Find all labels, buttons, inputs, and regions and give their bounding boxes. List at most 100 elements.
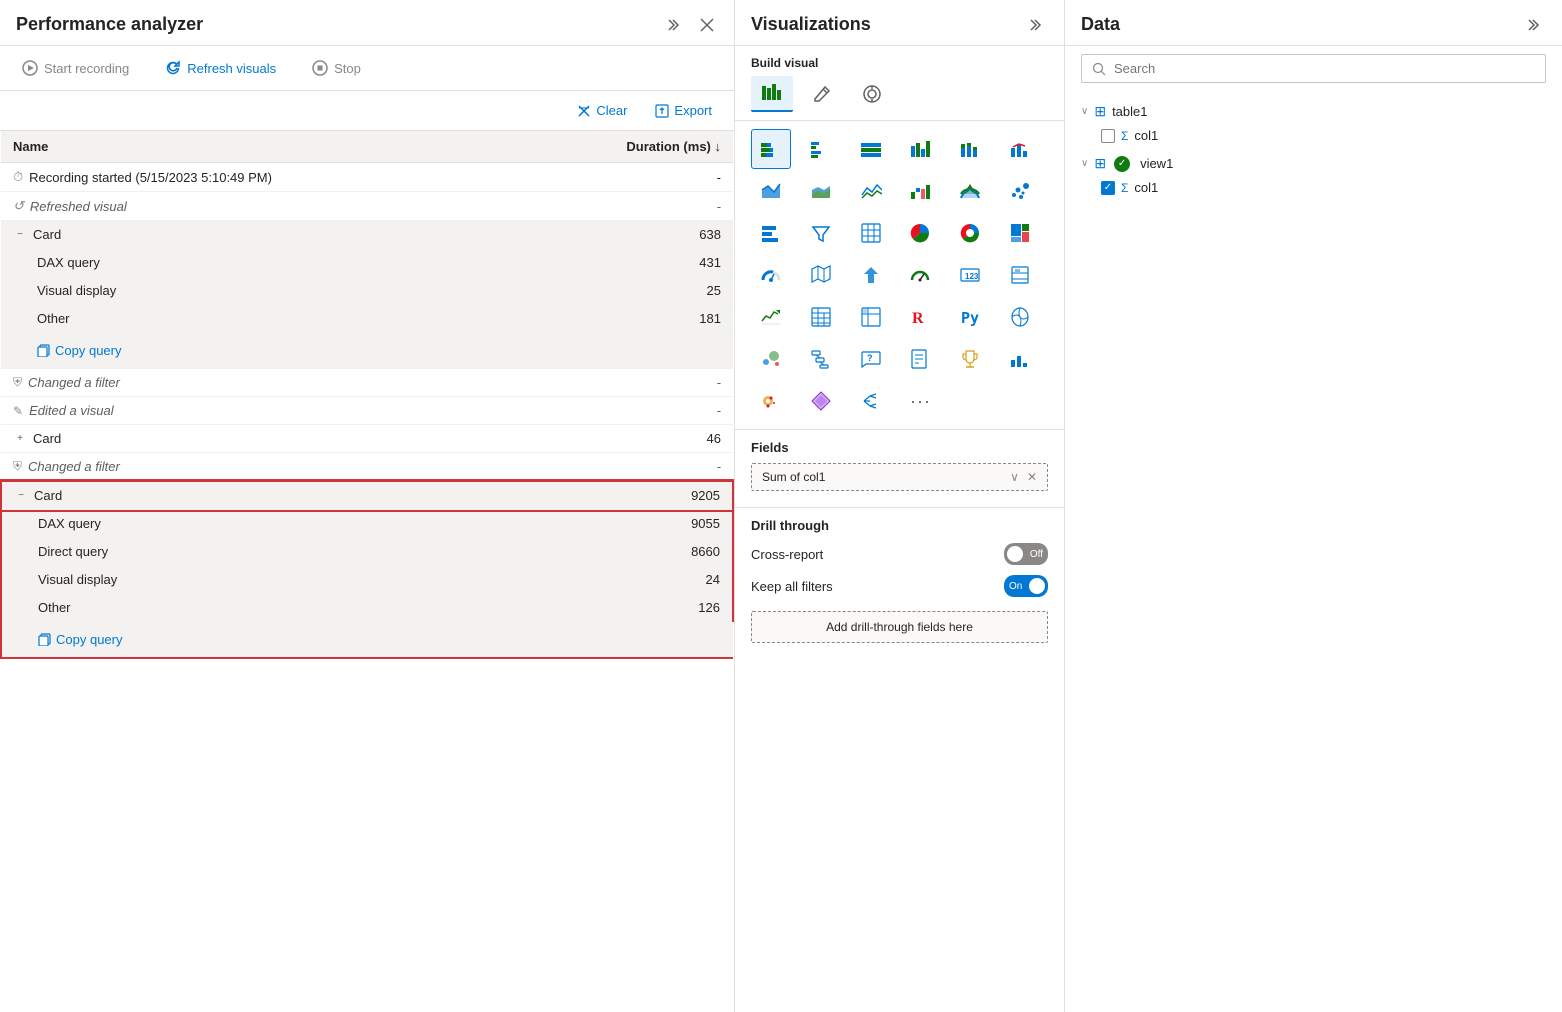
- tree-item-table1-col1[interactable]: Σ col1: [1081, 124, 1546, 147]
- chat-icon[interactable]: ?: [851, 339, 891, 379]
- cross-report-row: Cross-report Off: [751, 543, 1048, 565]
- scatter-bubble-icon[interactable]: [751, 339, 791, 379]
- performance-table: Name Duration (ms) ↓ ⏱ Recording started…: [0, 131, 734, 659]
- filled-map-2-icon[interactable]: [751, 381, 791, 421]
- cross-report-toggle[interactable]: Off: [1004, 543, 1048, 565]
- name-column-header: Name: [1, 131, 517, 163]
- pie-chart-icon[interactable]: [900, 213, 940, 253]
- clear-button[interactable]: Clear: [571, 99, 633, 122]
- collapse-icon-2[interactable]: −: [14, 489, 28, 503]
- duration-column-header: Duration (ms) ↓: [517, 131, 733, 163]
- matrix-visual-icon[interactable]: [851, 297, 891, 337]
- search-input[interactable]: [1114, 61, 1535, 76]
- copy-query-button-2[interactable]: Copy query: [38, 628, 122, 651]
- stacked-bar-100-icon[interactable]: [851, 129, 891, 169]
- double-arrow-icon[interactable]: [851, 381, 891, 421]
- speedometer-icon[interactable]: [900, 255, 940, 295]
- map-icon[interactable]: [801, 255, 841, 295]
- tree-item-view1[interactable]: ∨ ⊞ ✓ view1: [1081, 151, 1546, 176]
- matrix-icon[interactable]: [851, 213, 891, 253]
- table-row: Other 126: [1, 594, 733, 622]
- area-chart-2-icon[interactable]: [801, 171, 841, 211]
- tree-label-view1: view1: [1140, 156, 1173, 171]
- card-number-icon[interactable]: 123: [950, 255, 990, 295]
- collapse-viz-button[interactable]: [1026, 16, 1048, 34]
- stop-button[interactable]: Stop: [306, 56, 367, 80]
- filled-map-icon[interactable]: [1000, 297, 1040, 337]
- table-visual-icon[interactable]: [801, 297, 841, 337]
- keep-filters-toggle[interactable]: On: [1004, 575, 1048, 597]
- table-row: DAX query 9055: [1, 510, 733, 538]
- collapse-data-button[interactable]: [1524, 16, 1546, 34]
- ribbon-chart-icon[interactable]: [950, 171, 990, 211]
- python-visual-icon[interactable]: Py: [950, 297, 990, 337]
- r-visual-icon[interactable]: R: [900, 297, 940, 337]
- stacked-bar-chart-icon[interactable]: [751, 129, 791, 169]
- fields-section: Fields Sum of col1 ∨ ✕: [735, 429, 1064, 507]
- slicer-icon[interactable]: [1000, 255, 1040, 295]
- table-row: − Card 638: [1, 221, 733, 249]
- checkbox-table1-col1[interactable]: [1101, 129, 1115, 143]
- build-visual-tab[interactable]: [751, 76, 793, 112]
- waterfall-chart-icon[interactable]: [900, 171, 940, 211]
- analytics-tab[interactable]: [851, 76, 893, 112]
- tree-item-table1[interactable]: ∨ ⊞ table1: [1081, 99, 1546, 124]
- expand-icon[interactable]: +: [13, 432, 27, 446]
- arrow-up-icon[interactable]: [851, 255, 891, 295]
- pencil-icon: ✎: [13, 404, 23, 418]
- stacked-col-icon[interactable]: [950, 129, 990, 169]
- clock-icon: ⏱: [13, 169, 23, 185]
- collapse-icon[interactable]: −: [13, 228, 27, 242]
- refresh-visuals-button[interactable]: Refresh visuals: [159, 56, 282, 80]
- more-visuals-icon[interactable]: ···: [900, 381, 940, 421]
- filter-visual-icon[interactable]: [801, 213, 841, 253]
- field-chevron-down-button[interactable]: ∨: [1010, 470, 1019, 484]
- add-drill-through-button[interactable]: Add drill-through fields here: [751, 611, 1048, 643]
- start-recording-button[interactable]: Start recording: [16, 56, 135, 80]
- chevron-down-icon-2: ∨: [1081, 158, 1088, 169]
- clustered-col-icon[interactable]: [900, 129, 940, 169]
- line-col-chart-icon[interactable]: [1000, 129, 1040, 169]
- hierarchy-slicer-icon[interactable]: [801, 339, 841, 379]
- diamond-icon[interactable]: [801, 381, 841, 421]
- viz-type-tabs: [735, 76, 1064, 121]
- format-visual-tab[interactable]: [801, 76, 843, 112]
- drill-through-section: Drill through Cross-report Off Keep all …: [735, 507, 1064, 653]
- data-header: Data: [1065, 0, 1562, 46]
- trophy-icon[interactable]: [950, 339, 990, 379]
- svg-text:Py: Py: [961, 309, 979, 327]
- bar-horizontal-icon[interactable]: [751, 213, 791, 253]
- table-icon: ⊞: [1094, 103, 1106, 120]
- viz-icon-grid: 123: [735, 121, 1064, 429]
- search-icon: [1092, 62, 1106, 76]
- treemap-icon[interactable]: [1000, 213, 1040, 253]
- collapse-panel-button[interactable]: [664, 16, 686, 34]
- gauge-chart-icon[interactable]: [751, 255, 791, 295]
- cross-report-label: Cross-report: [751, 547, 823, 562]
- data-tree: ∨ ⊞ table1 Σ col1 ∨ ⊞ ✓ view1 ✓ Σ col1: [1065, 91, 1562, 207]
- clustered-bar-chart-icon[interactable]: [801, 129, 841, 169]
- checkbox-view1-col1[interactable]: ✓: [1101, 181, 1115, 195]
- viz-title: Visualizations: [751, 14, 871, 35]
- bar-small-icon[interactable]: [1000, 339, 1040, 379]
- table-row: ⛨ Changed a filter -: [1, 453, 733, 482]
- donut-chart-icon[interactable]: [950, 213, 990, 253]
- line-area-chart-icon[interactable]: [851, 171, 891, 211]
- keep-filters-toggle-state: On: [1009, 581, 1022, 592]
- panel-header: Performance analyzer: [0, 0, 734, 46]
- export-button[interactable]: Export: [649, 99, 718, 122]
- copy-query-button[interactable]: Copy query: [37, 339, 121, 362]
- table-row: Copy query: [1, 622, 733, 659]
- kpi-icon[interactable]: [751, 297, 791, 337]
- report-icon[interactable]: [900, 339, 940, 379]
- table-row: − Card 9205: [1, 481, 733, 510]
- area-chart-icon[interactable]: [751, 171, 791, 211]
- close-panel-button[interactable]: [696, 16, 718, 34]
- tree-item-view1-col1[interactable]: ✓ Σ col1: [1081, 176, 1546, 199]
- table-row: Direct query 8660: [1, 538, 733, 566]
- panel-title: Performance analyzer: [16, 14, 203, 35]
- tree-label-table1-col1: col1: [1134, 128, 1158, 143]
- field-remove-button[interactable]: ✕: [1027, 470, 1037, 484]
- actions-row: Clear Export: [0, 91, 734, 131]
- scatter-chart-icon[interactable]: [1000, 171, 1040, 211]
